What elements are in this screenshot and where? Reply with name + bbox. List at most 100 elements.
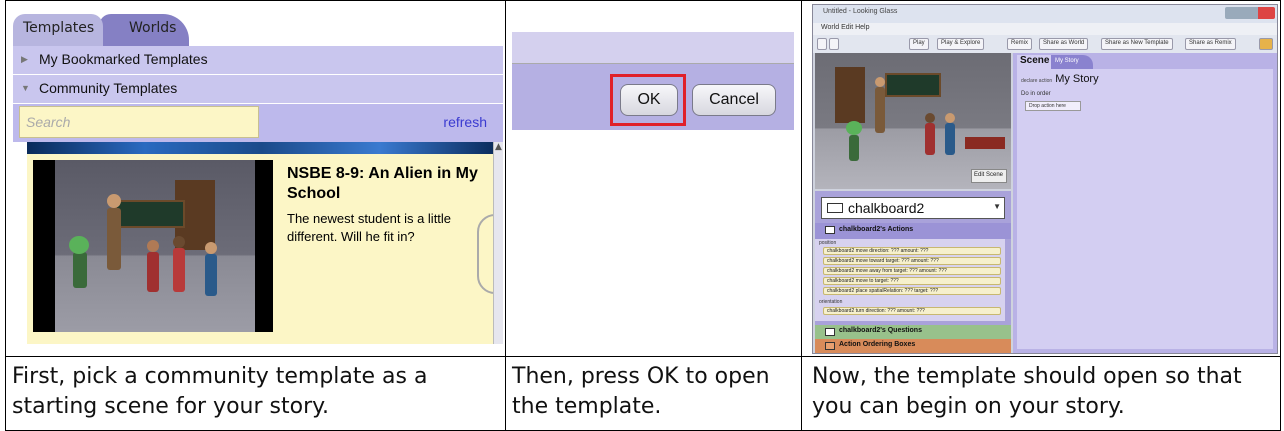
template-browser-screenshot: Worlds Templates ▶ My Bookmarked Templat… xyxy=(13,4,503,344)
menu-bar[interactable]: World Edit Help xyxy=(813,23,1277,35)
window-title: Untitled - Looking Glass xyxy=(823,8,898,15)
student-head xyxy=(925,113,935,123)
window-titlebar: Untitled - Looking Glass xyxy=(813,5,1277,23)
student-head xyxy=(945,113,955,123)
ordering-header-label: Action Ordering Boxes xyxy=(839,341,916,348)
tab-templates-label: Templates xyxy=(23,20,95,36)
story-header: declare action My Story xyxy=(1021,73,1099,85)
orientation-label: orientation xyxy=(819,299,843,305)
expanded-triangle-icon: ▼ xyxy=(21,83,30,93)
story-title: My Story xyxy=(1055,73,1099,85)
bookshelf xyxy=(835,67,865,123)
teacher-figure xyxy=(107,208,121,270)
refresh-link[interactable]: refresh xyxy=(443,114,487,130)
dialog-buttons-screenshot: OK Cancel xyxy=(512,4,794,130)
teacher-head xyxy=(107,194,121,208)
chalkboard-icon xyxy=(825,328,835,336)
row-divider xyxy=(6,356,1280,357)
student-figure xyxy=(147,252,159,292)
play-explore-button[interactable]: Play & Explore xyxy=(937,38,985,50)
share-world-button[interactable]: Share as World xyxy=(1039,38,1089,50)
action-tile[interactable]: chalkboard2 move to target: ??? xyxy=(823,277,1001,285)
tab-scene[interactable]: Scene xyxy=(1017,55,1051,69)
share-template-button[interactable]: Share as New Template xyxy=(1101,38,1173,50)
scrollbar[interactable]: ▲ xyxy=(493,142,503,344)
column-divider xyxy=(505,1,506,430)
dialog-top xyxy=(512,4,794,32)
student-figure xyxy=(945,123,955,155)
edit-scene-button[interactable]: Edit Scene xyxy=(971,169,1007,183)
actions-header[interactable]: chalkboard2's Actions xyxy=(815,223,1011,239)
action-tile[interactable]: chalkboard2 place spatialRelation: ??? t… xyxy=(823,287,1001,295)
action-tile[interactable]: chalkboard2 move away from target: ??? a… xyxy=(823,267,1001,275)
alien-head xyxy=(846,121,862,135)
scroll-up-icon[interactable]: ▲ xyxy=(495,142,502,152)
position-label: position xyxy=(819,240,837,246)
template-thumbnail xyxy=(33,160,273,332)
object-selector[interactable]: chalkboard2 ▼ xyxy=(821,197,1005,219)
questions-header-label: chalkboard2's Questions xyxy=(839,327,922,334)
story-editor: Scene My Story declare action My Story D… xyxy=(1013,53,1277,353)
actions-header-label: chalkboard2's Actions xyxy=(839,226,914,233)
tab-templates[interactable]: Templates xyxy=(13,14,103,46)
action-tile[interactable]: chalkboard2 move direction: ??? amount: … xyxy=(823,247,1001,255)
questions-header[interactable]: chalkboard2's Questions xyxy=(815,325,1011,339)
tab-worlds[interactable]: Worlds xyxy=(99,14,189,46)
chalkboard xyxy=(115,200,185,228)
section-community-templates[interactable]: ▼ Community Templates xyxy=(13,75,503,103)
actions-list: position chalkboard2 move direction: ???… xyxy=(815,239,1005,321)
save-icon[interactable] xyxy=(829,38,839,50)
section-label: Community Templates xyxy=(39,80,178,96)
remix-button[interactable]: Remix xyxy=(1007,38,1033,50)
student-head xyxy=(147,240,159,252)
teacher-figure xyxy=(875,87,885,133)
classroom-scene-image xyxy=(55,160,255,332)
student-head xyxy=(205,242,217,254)
alien-head xyxy=(69,236,89,254)
object-panel: chalkboard2 ▼ chalkboard2's Actions posi… xyxy=(815,191,1011,353)
template-card[interactable]: NSBE 8-9: An Alien in My School The newe… xyxy=(27,154,503,344)
desk xyxy=(965,137,1005,149)
alien-figure xyxy=(73,252,87,288)
drop-action-box[interactable]: Drop action here xyxy=(1025,101,1081,111)
tab-my-story[interactable]: My Story xyxy=(1051,55,1093,69)
chalkboard xyxy=(885,73,941,97)
dialog-divider xyxy=(512,32,794,64)
tab-bar: Worlds Templates xyxy=(13,4,503,46)
student-figure xyxy=(925,123,935,155)
cancel-button[interactable]: Cancel xyxy=(692,84,776,116)
chalkboard-icon xyxy=(827,203,843,213)
column-divider xyxy=(801,1,802,430)
alien-figure xyxy=(849,135,859,161)
play-button[interactable]: Play xyxy=(909,38,929,50)
teacher-head xyxy=(875,77,885,87)
caption-step-2: Then, press OK to open the template. xyxy=(512,364,770,419)
story-prefix: declare action xyxy=(1021,78,1053,84)
student-figure xyxy=(173,248,185,292)
folder-icon[interactable] xyxy=(1259,38,1273,50)
share-remix-button[interactable]: Share as Remix xyxy=(1185,38,1236,50)
window-controls[interactable] xyxy=(1225,7,1275,19)
action-tile[interactable]: chalkboard2 turn direction: ??? amount: … xyxy=(823,307,1001,315)
action-tile[interactable]: chalkboard2 move toward target: ??? amou… xyxy=(823,257,1001,265)
folder-icon[interactable] xyxy=(817,38,827,50)
looking-glass-window-screenshot: Untitled - Looking Glass World Edit Help… xyxy=(812,4,1278,354)
chalkboard-icon xyxy=(825,226,835,234)
previous-template-strip xyxy=(27,142,497,154)
search-input[interactable]: Search xyxy=(19,106,259,138)
scene-3d-view[interactable]: Edit Scene xyxy=(815,53,1011,189)
template-description: The newest student is a little different… xyxy=(287,211,452,244)
ok-highlight-box xyxy=(610,74,686,126)
toolbar: Play Play & Explore Remix Share as World… xyxy=(813,35,1277,53)
caption-step-3: Now, the template should open so that yo… xyxy=(812,364,1242,419)
chevron-down-icon[interactable]: ▼ xyxy=(993,202,1001,211)
search-placeholder: Search xyxy=(26,114,71,130)
template-title: NSBE 8-9: An Alien in My School xyxy=(287,165,478,202)
ordering-box-icon xyxy=(825,342,835,350)
section-bookmarked-templates[interactable]: ▶ My Bookmarked Templates xyxy=(13,46,503,74)
tab-worlds-label: Worlds xyxy=(129,20,177,36)
ordering-boxes-header[interactable]: Action Ordering Boxes xyxy=(815,339,1011,353)
caption-step-1: First, pick a community template as a st… xyxy=(12,364,428,419)
search-bar: Search refresh xyxy=(13,104,503,142)
student-figure xyxy=(205,254,217,296)
